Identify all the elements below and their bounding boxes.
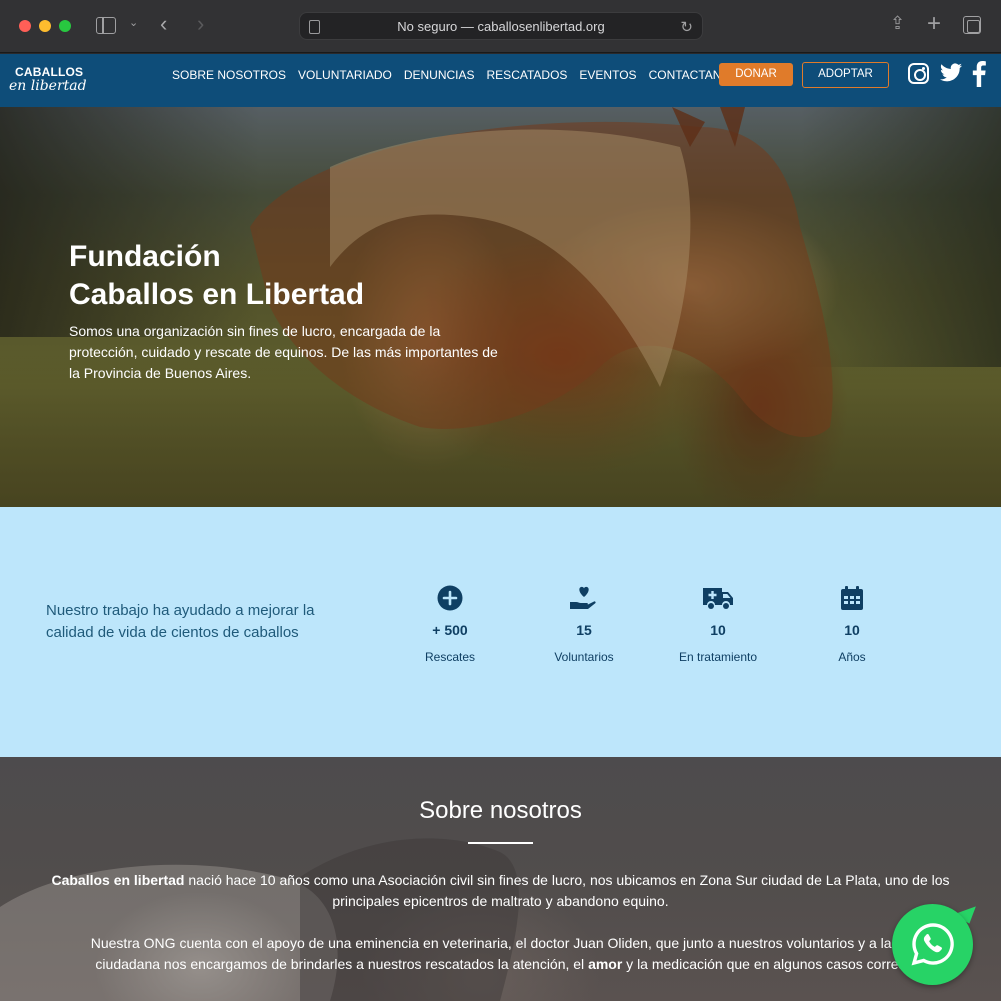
logo-text-secondary: en libertad bbox=[9, 78, 87, 94]
about-paragraph-2-line-1: Nuestra ONG cuenta con el apoyo de una e… bbox=[90, 935, 911, 951]
tab-overview-icon[interactable] bbox=[963, 16, 981, 34]
whatsapp-button[interactable] bbox=[892, 904, 973, 985]
twitter-icon[interactable] bbox=[938, 61, 964, 90]
ambulance-icon bbox=[658, 585, 778, 611]
zoom-window-button[interactable] bbox=[59, 20, 71, 32]
stat-label: Años bbox=[838, 650, 866, 664]
forward-arrow-icon[interactable]: › bbox=[197, 13, 204, 35]
instagram-icon[interactable] bbox=[908, 63, 929, 84]
address-url-text: No seguro — caballosenlibertad.org bbox=[397, 19, 605, 34]
address-bar[interactable]: No seguro — caballosenlibertad.org ↻ bbox=[299, 12, 703, 40]
reload-icon[interactable]: ↻ bbox=[680, 18, 693, 36]
nav-item-voluntariado[interactable]: VOLUNTARIADO bbox=[298, 68, 392, 82]
calendar-icon bbox=[792, 585, 912, 611]
adopt-button[interactable]: ADOPTAR bbox=[802, 62, 889, 88]
stats-section: Nuestro trabajo ha ayudado a mejorar la … bbox=[0, 507, 1001, 757]
browser-window: ⌄ ‹ › No seguro — caballosenlibertad.org… bbox=[0, 0, 1001, 1001]
site-logo[interactable]: CABALLOS en libertad bbox=[9, 65, 87, 94]
back-arrow-icon[interactable]: ‹ bbox=[160, 13, 167, 35]
whatsapp-icon bbox=[911, 923, 954, 966]
about-section: Sobre nosotros Caballos en libertad naci… bbox=[0, 757, 1001, 1001]
stat-en-tratamiento: 10 En tratamiento bbox=[658, 585, 778, 664]
hand-heart-icon bbox=[524, 585, 644, 611]
facebook-icon[interactable] bbox=[969, 61, 989, 92]
stat-value: 15 bbox=[576, 622, 592, 638]
about-paragraph-1-text: nació hace 10 años como una Asociación c… bbox=[184, 872, 950, 909]
nav-item-rescatados[interactable]: RESCATADOS bbox=[487, 68, 568, 82]
title-divider bbox=[468, 842, 533, 844]
about-paragraph-1: Caballos en libertad nació hace 10 años … bbox=[20, 870, 981, 912]
nav-item-eventos[interactable]: EVENTOS bbox=[579, 68, 636, 82]
chevron-down-icon[interactable]: ⌄ bbox=[129, 18, 138, 29]
plus-circle-icon bbox=[390, 585, 510, 611]
about-paragraph-2: Nuestra ONG cuenta con el apoyo de una e… bbox=[20, 933, 981, 975]
stat-label: Voluntarios bbox=[554, 650, 614, 664]
new-tab-icon[interactable]: + bbox=[927, 12, 941, 36]
hero-title-line-2: Caballos en Libertad bbox=[69, 278, 365, 311]
stat-rescates: + 500 Rescates bbox=[390, 585, 510, 664]
donate-button[interactable]: DONAR bbox=[719, 63, 793, 86]
hero-description: Somos una organización sin fines de lucr… bbox=[69, 323, 498, 381]
about-title: Sobre nosotros bbox=[419, 797, 582, 824]
stat-voluntarios: 15 Voluntarios bbox=[524, 585, 644, 664]
about-emphasis: amor bbox=[588, 956, 623, 972]
hero-section: Fundación Caballos en Libertad Somos una… bbox=[0, 107, 1001, 507]
main-navigation: SOBRE NOSOTROS VOLUNTARIADO DENUNCIAS RE… bbox=[172, 68, 751, 82]
about-brand-name: Caballos en libertad bbox=[51, 872, 185, 888]
hero-title-line-1: Fundación bbox=[69, 240, 221, 273]
stat-value: 10 bbox=[710, 622, 726, 638]
close-window-button[interactable] bbox=[19, 20, 31, 32]
stat-value: 10 bbox=[844, 622, 860, 638]
stats-intro-text: Nuestro trabajo ha ayudado a mejorar la … bbox=[46, 602, 315, 641]
hero-title: Fundación Caballos en Libertad bbox=[69, 238, 364, 314]
about-paragraph-2-line-2a: ciudadana nos encargamos de brindarles a… bbox=[95, 956, 589, 972]
logo-text-primary: CABALLOS bbox=[15, 65, 84, 79]
nav-item-sobre-nosotros[interactable]: SOBRE NOSOTROS bbox=[172, 68, 286, 82]
stat-label: Rescates bbox=[424, 650, 476, 664]
minimize-window-button[interactable] bbox=[39, 20, 51, 32]
stat-label: En tratamiento bbox=[678, 650, 758, 664]
stat-anos: 10 Años bbox=[792, 585, 912, 664]
nav-item-denuncias[interactable]: DENUNCIAS bbox=[404, 68, 475, 82]
stat-value: + 500 bbox=[432, 622, 468, 638]
sidebar-icon[interactable] bbox=[96, 17, 116, 34]
about-paragraph-2-line-2b: y la medicación que en algunos casos cor… bbox=[622, 956, 906, 972]
share-icon[interactable]: ⇪ bbox=[890, 14, 905, 32]
browser-toolbar: ⌄ ‹ › No seguro — caballosenlibertad.org… bbox=[0, 0, 1001, 53]
